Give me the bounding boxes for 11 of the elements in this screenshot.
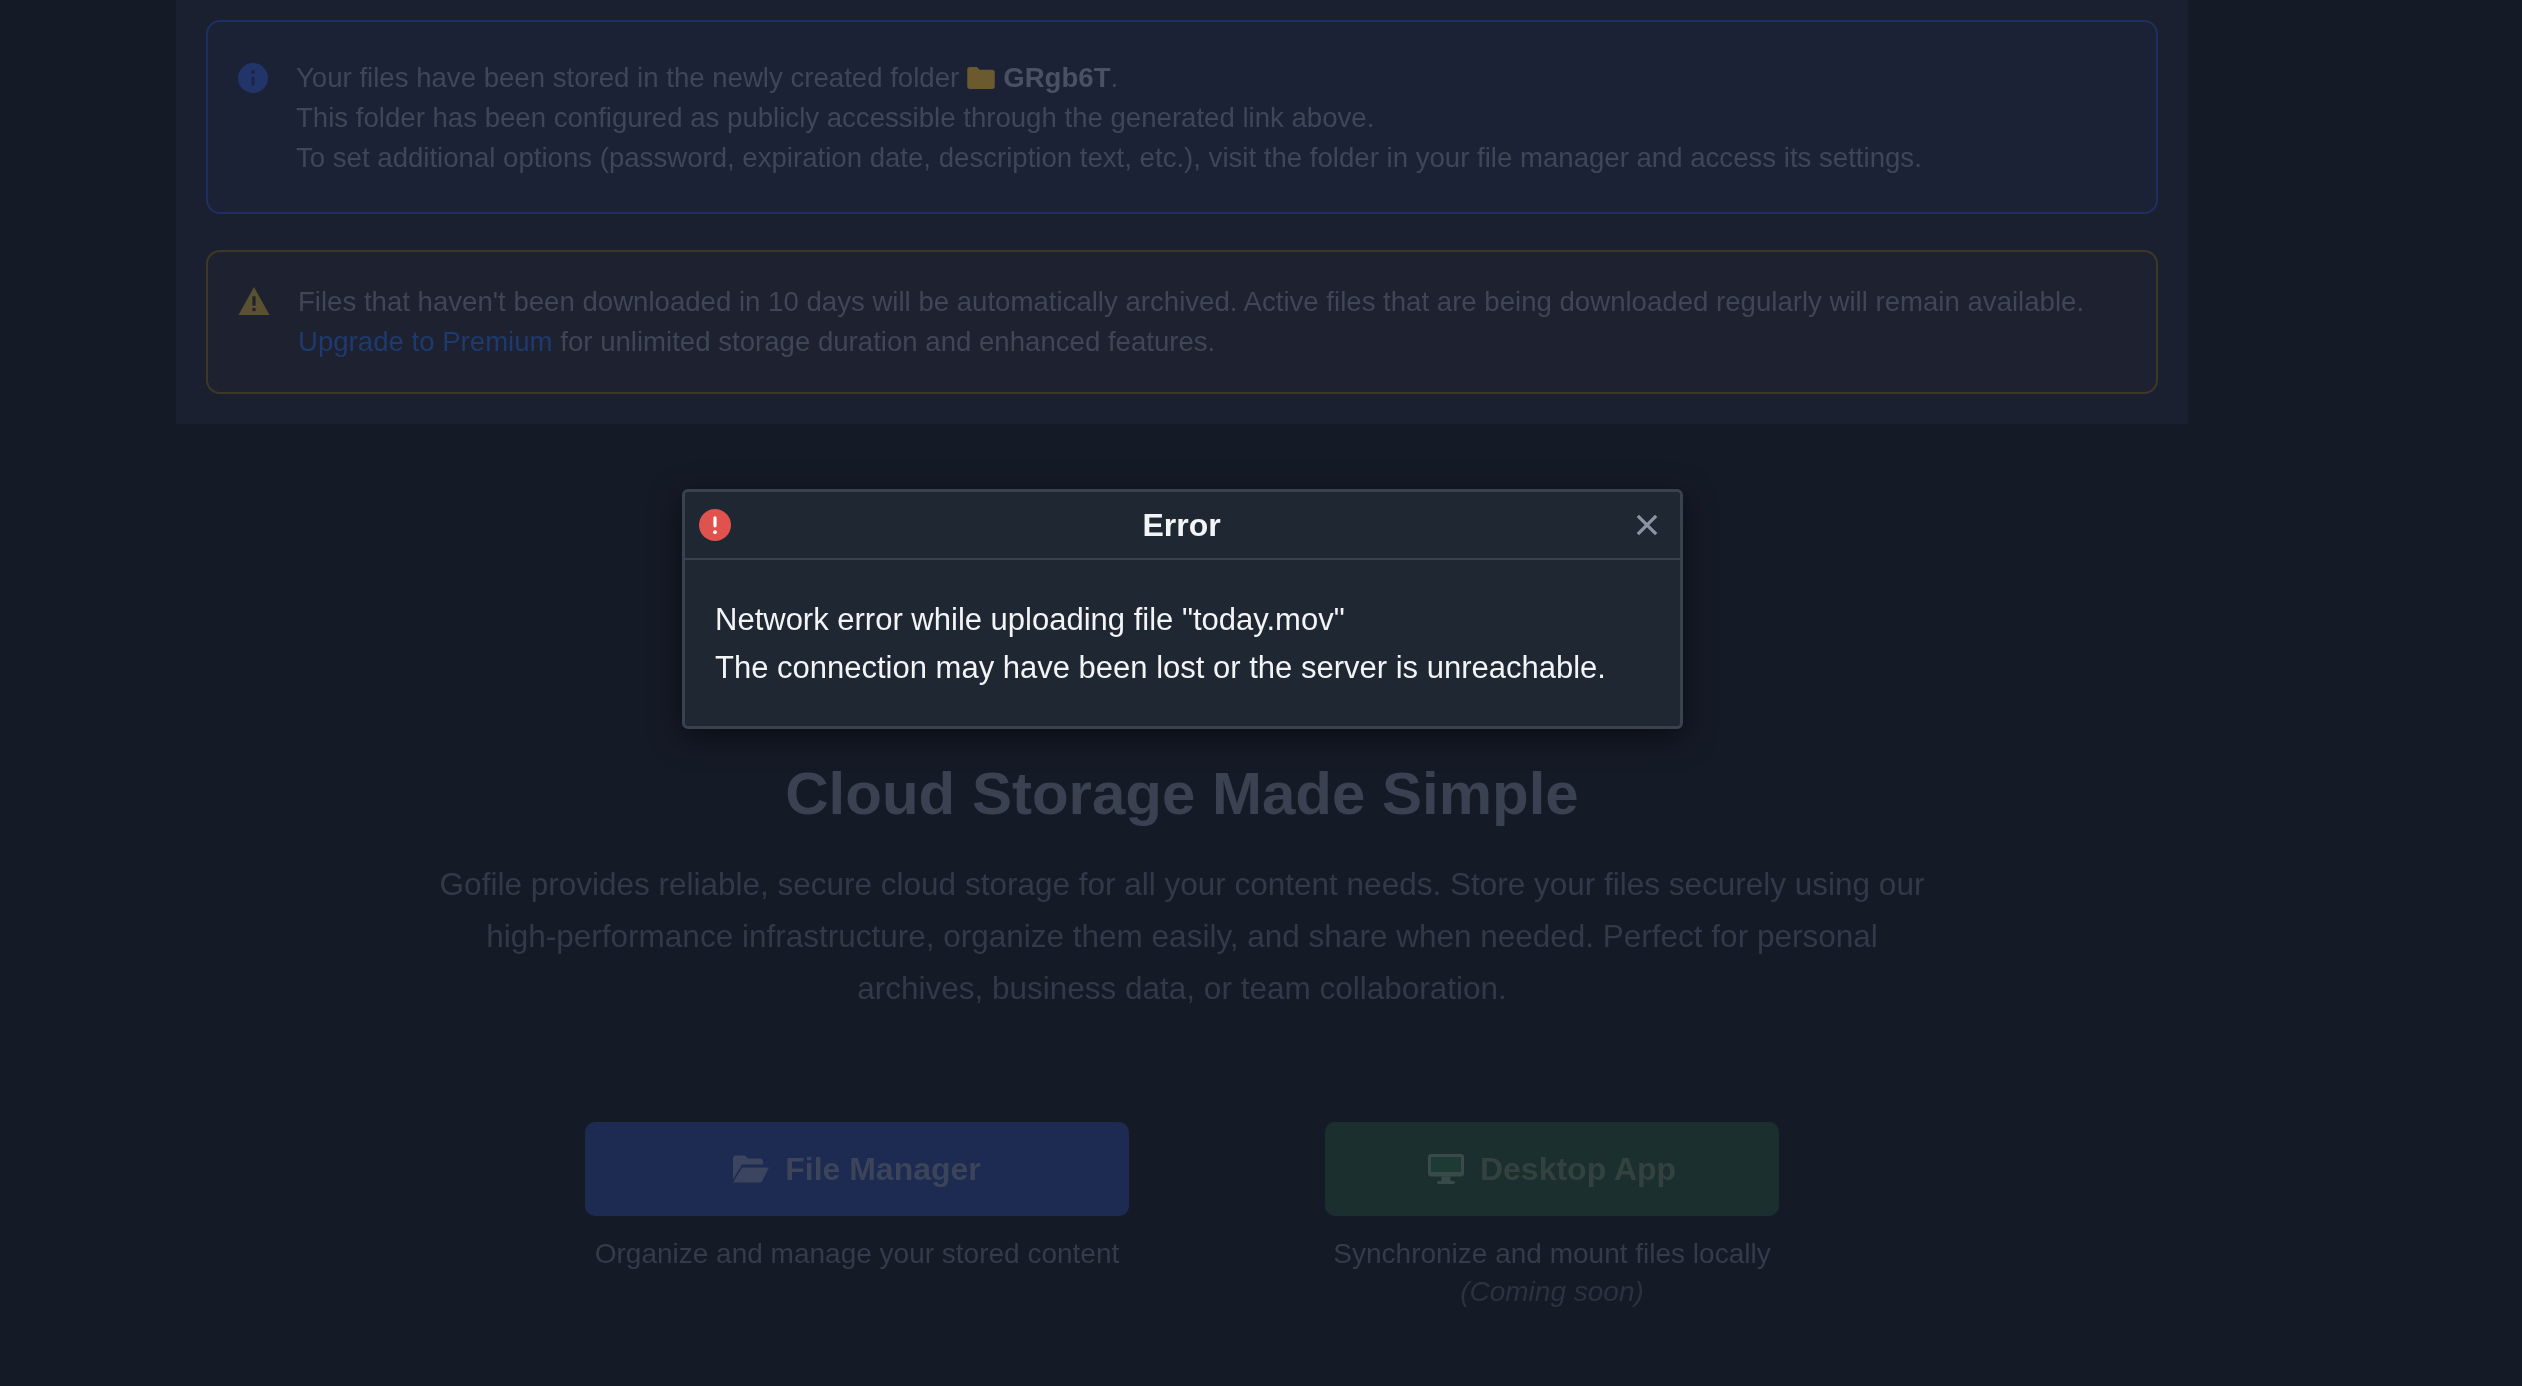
premium-link[interactable]: Upgrade to Premium (298, 326, 553, 357)
folder-icon (733, 1155, 770, 1183)
error-message: The connection may have been lost or the server is unreachable. (715, 649, 1607, 687)
info-icon (238, 63, 268, 93)
monitor-icon (1427, 1154, 1464, 1184)
error-icon (699, 509, 731, 541)
close-icon (1636, 514, 1658, 536)
error-message: Network error while uploading file "today.mov" (715, 601, 1346, 639)
dialog-title: Error (1141, 506, 1222, 544)
folder-icon (967, 67, 996, 89)
warning-icon (238, 287, 270, 315)
